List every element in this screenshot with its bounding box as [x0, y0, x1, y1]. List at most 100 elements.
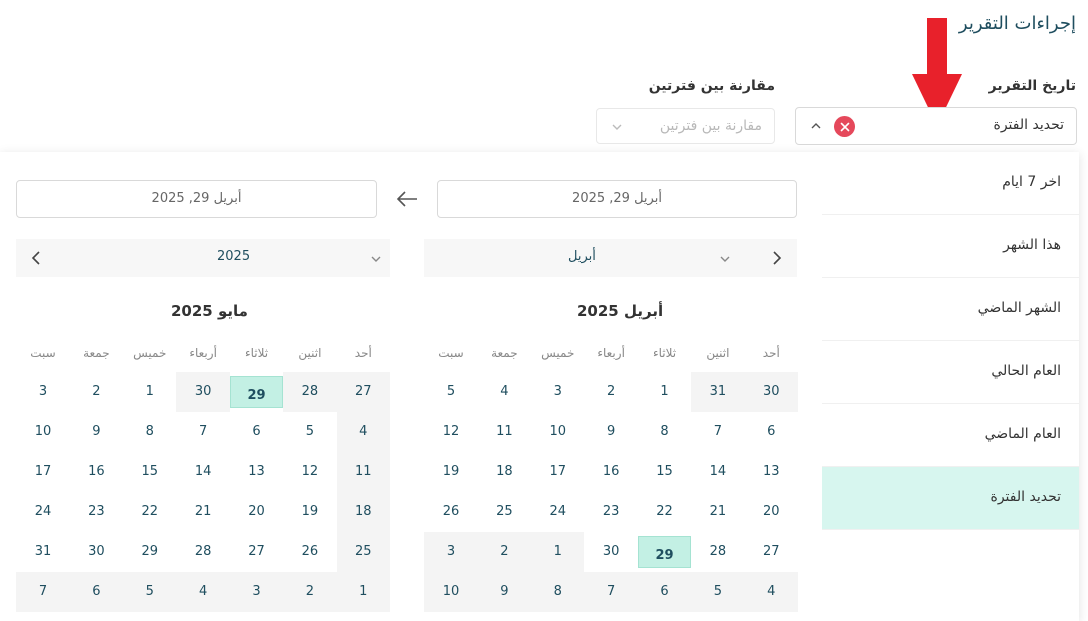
- calendar-day[interactable]: 1: [336, 572, 390, 612]
- calendar-day[interactable]: 8: [123, 412, 176, 452]
- calendar-day[interactable]: 14: [691, 452, 744, 492]
- calendar-day[interactable]: 30: [584, 532, 637, 572]
- calendar-day[interactable]: 5: [283, 412, 336, 452]
- range-end-input[interactable]: أبريل 29, 2025: [16, 180, 377, 218]
- calendar-day[interactable]: 30: [176, 372, 230, 412]
- calendar-day[interactable]: 31: [691, 372, 745, 412]
- calendar-day[interactable]: 6: [745, 412, 798, 452]
- calendar-day[interactable]: 10: [531, 412, 584, 452]
- calendar-day[interactable]: 16: [70, 452, 123, 492]
- calendar-day[interactable]: 31: [16, 532, 69, 572]
- calendar-day[interactable]: 6: [230, 412, 283, 452]
- calendar-day-selected[interactable]: 29: [229, 376, 284, 408]
- calendar-day[interactable]: 4: [176, 572, 230, 612]
- calendar-day[interactable]: 10: [16, 412, 69, 452]
- calendar-day[interactable]: 3: [229, 572, 284, 612]
- calendar-day[interactable]: 13: [745, 452, 798, 492]
- calendar-day[interactable]: 8: [531, 572, 585, 612]
- month-select-value[interactable]: أبريل: [568, 249, 596, 264]
- calendar-day[interactable]: 20: [745, 492, 798, 532]
- chevron-down-icon[interactable]: [719, 253, 731, 265]
- calendar-day[interactable]: 22: [123, 492, 176, 532]
- calendar-day[interactable]: 26: [424, 492, 477, 532]
- calendar-day[interactable]: 9: [584, 412, 637, 452]
- calendar-day[interactable]: 26: [283, 532, 336, 572]
- calendar-day[interactable]: 25: [336, 532, 390, 572]
- calendar-day[interactable]: 4: [744, 572, 798, 612]
- preset-item[interactable]: تحديد الفترة: [822, 467, 1079, 530]
- calendar-day[interactable]: 1: [638, 372, 691, 412]
- calendar-day[interactable]: 24: [531, 492, 584, 532]
- calendar-day[interactable]: 3: [531, 372, 584, 412]
- compare-periods-select[interactable]: مقارنة بين فترتين: [596, 108, 775, 144]
- calendar-day[interactable]: 9: [477, 572, 532, 612]
- calendar-day[interactable]: 23: [70, 492, 123, 532]
- calendar-day[interactable]: 11: [336, 452, 390, 492]
- calendar-day[interactable]: 11: [478, 412, 531, 452]
- calendar-day[interactable]: 7: [691, 412, 744, 452]
- calendar-day[interactable]: 28: [176, 532, 229, 572]
- calendar-day[interactable]: 27: [230, 532, 283, 572]
- calendar-day[interactable]: 21: [176, 492, 229, 532]
- calendar-day[interactable]: 3: [16, 372, 69, 412]
- calendar-day[interactable]: 18: [478, 452, 531, 492]
- calendar-day[interactable]: 12: [424, 412, 477, 452]
- calendar-day[interactable]: 2: [70, 372, 123, 412]
- calendar-day[interactable]: 19: [424, 452, 477, 492]
- year-select-value[interactable]: 2025: [217, 249, 250, 264]
- range-start-input[interactable]: أبريل 29, 2025: [437, 180, 797, 218]
- preset-item[interactable]: الشهر الماضي: [822, 278, 1079, 341]
- calendar-day[interactable]: 5: [691, 572, 745, 612]
- calendar-day[interactable]: 6: [637, 572, 692, 612]
- calendar-day[interactable]: 15: [638, 452, 691, 492]
- calendar-day[interactable]: 27: [745, 532, 798, 572]
- preset-item[interactable]: العام الحالي: [822, 341, 1079, 404]
- calendar-day[interactable]: 7: [176, 412, 229, 452]
- calendar-day[interactable]: 16: [584, 452, 637, 492]
- calendar-day[interactable]: 1: [123, 372, 176, 412]
- calendar-day[interactable]: 2: [283, 572, 337, 612]
- calendar-day[interactable]: 12: [283, 452, 336, 492]
- calendar-day[interactable]: 2: [477, 532, 532, 572]
- chevron-up-icon[interactable]: [810, 120, 822, 132]
- calendar-day[interactable]: 4: [478, 372, 531, 412]
- calendar-day[interactable]: 10: [424, 572, 478, 612]
- calendar-day[interactable]: 30: [744, 372, 798, 412]
- calendar-day[interactable]: 17: [531, 452, 584, 492]
- calendar-day[interactable]: 27: [336, 372, 390, 412]
- calendar-day[interactable]: 7: [584, 572, 638, 612]
- calendar-day[interactable]: 29: [123, 532, 176, 572]
- clear-selection-button[interactable]: [834, 116, 855, 137]
- calendar-day[interactable]: 21: [691, 492, 744, 532]
- calendar-day[interactable]: 18: [336, 492, 390, 532]
- calendar-day[interactable]: 24: [16, 492, 69, 532]
- calendar-day[interactable]: 2: [584, 372, 637, 412]
- prev-month-button[interactable]: [757, 239, 797, 277]
- calendar-day[interactable]: 30: [70, 532, 123, 572]
- calendar-day[interactable]: 22: [638, 492, 691, 532]
- report-period-select[interactable]: تحديد الفترة: [795, 107, 1077, 145]
- calendar-day[interactable]: 5: [123, 572, 177, 612]
- calendar-day[interactable]: 5: [424, 372, 477, 412]
- preset-item[interactable]: العام الماضي: [822, 404, 1079, 467]
- calendar-day[interactable]: 14: [176, 452, 229, 492]
- calendar-day[interactable]: 4: [336, 412, 390, 452]
- next-month-button[interactable]: [16, 239, 56, 277]
- chevron-down-icon[interactable]: [370, 253, 382, 265]
- preset-item[interactable]: هذا الشهر: [822, 215, 1079, 278]
- calendar-day[interactable]: 17: [16, 452, 69, 492]
- calendar-day[interactable]: 28: [283, 372, 337, 412]
- calendar-day[interactable]: 6: [69, 572, 124, 612]
- calendar-day[interactable]: 23: [584, 492, 637, 532]
- calendar-day[interactable]: 7: [16, 572, 70, 612]
- calendar-day[interactable]: 19: [283, 492, 336, 532]
- calendar-day[interactable]: 1: [531, 532, 585, 572]
- calendar-day[interactable]: 25: [478, 492, 531, 532]
- calendar-day-selected[interactable]: 29: [637, 536, 692, 568]
- calendar-day[interactable]: 8: [638, 412, 691, 452]
- calendar-day[interactable]: 20: [230, 492, 283, 532]
- calendar-day[interactable]: 9: [70, 412, 123, 452]
- calendar-day[interactable]: 3: [424, 532, 478, 572]
- calendar-day[interactable]: 13: [230, 452, 283, 492]
- calendar-day[interactable]: 28: [691, 532, 744, 572]
